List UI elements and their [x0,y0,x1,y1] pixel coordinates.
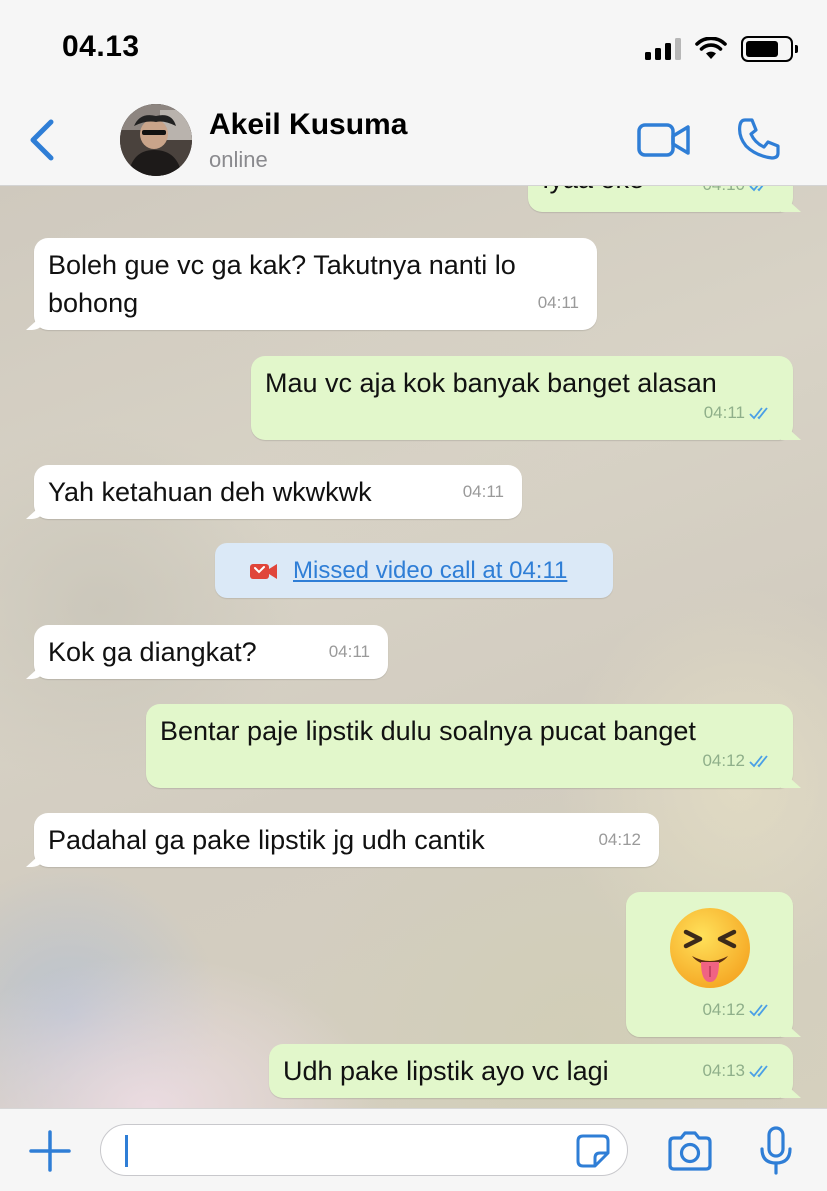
message-time: 04:10 [702,186,745,204]
chat-header: Akeil Kusuma online [0,96,827,186]
contact-status: online [209,147,268,172]
status-icons [645,36,798,62]
message-meta: 04:11 [329,633,370,671]
message-meta: 04:12 [702,742,775,780]
plus-icon [29,1130,71,1172]
wifi-icon [695,37,727,59]
battery-icon [741,36,798,62]
message-text: Yah ketahuan deh wkwkwk [48,477,372,507]
back-button[interactable] [22,116,62,164]
read-receipt-icon [749,1065,768,1078]
camera-button[interactable] [666,1129,714,1173]
contact-name[interactable]: Akeil Kusuma [209,108,407,142]
chevron-left-icon [30,119,54,161]
message-incoming[interactable]: Kok ga diangkat? 04:11 [34,625,388,679]
voice-message-button[interactable] [758,1125,794,1177]
message-incoming[interactable]: Yah ketahuan deh wkwkwk 04:11 [34,465,522,519]
video-camera-icon [637,123,690,157]
message-meta: 04:11 [704,394,775,432]
message-time: 04:11 [703,403,745,422]
message-text: Boleh gue vc ga kak? Takutnya nanti lo b… [48,246,516,322]
message-text: Padahal ga pake lipstik jg udh cantik [48,825,485,855]
message-incoming[interactable]: Boleh gue vc ga kak? Takutnya nanti lo b… [34,238,597,330]
message-time: 04:11 [537,293,579,312]
message-meta: 04:12 [598,821,641,859]
sticker-button[interactable] [575,1133,611,1169]
text-cursor [125,1135,128,1167]
message-incoming[interactable]: Padahal ga pake lipstik jg udh cantik 04… [34,813,659,867]
status-bar: 04.13 [0,0,827,96]
message-outgoing-emoji[interactable]: 04:12 [626,892,793,1037]
read-receipt-icon [749,407,768,420]
attach-button[interactable] [28,1129,72,1173]
missed-video-call-icon [250,563,277,579]
squinting-face-with-tongue-emoji [670,908,750,988]
message-input-bar [0,1108,827,1191]
message-time: 04:13 [702,1061,745,1080]
microphone-icon [760,1126,792,1175]
message-meta: 04:11 [463,473,504,511]
avatar-photo [120,104,192,176]
status-time: 04.13 [62,30,140,63]
message-time: 04:11 [328,642,370,661]
message-text: Iyaa oke [542,186,644,198]
video-call-button[interactable] [636,120,692,160]
message-meta: 04:11 [538,284,579,322]
message-time: 04:12 [702,751,745,770]
message-time: 04:11 [462,482,504,501]
message-text: Kok ga diangkat? [48,637,257,667]
chat-messages[interactable]: Iyaa oke 04:10 Boleh gue vc ga kak? Taku… [0,186,827,1108]
sticker-icon [576,1134,610,1168]
message-time: 04:12 [702,1000,745,1019]
message-input[interactable] [100,1124,628,1176]
read-receipt-icon [749,1004,768,1017]
message-meta: 04:13 [702,1052,775,1090]
message-text: Udh pake lipstik ayo vc lagi [283,1056,609,1086]
message-outgoing[interactable]: Bentar paje lipstik dulu soalnya pucat b… [146,704,793,788]
missed-call-link[interactable]: Missed video call at 04:11 [293,557,567,585]
message-line: bohong [48,288,139,318]
voice-call-button[interactable] [736,116,782,162]
contact-avatar[interactable] [120,104,192,176]
read-receipt-icon [749,755,768,768]
message-text: Bentar paje lipstik dulu soalnya pucat b… [160,716,696,746]
message-time: 04:12 [598,830,641,849]
message-line: Boleh gue vc ga kak? Takutnya nanti lo [48,250,516,280]
message-meta: 04:10 [702,186,775,204]
cellular-signal-icon [645,38,681,60]
read-receipt-icon [749,186,764,192]
phone-icon [738,118,780,160]
message-text: Mau vc aja kok banyak banget alasan [265,368,717,398]
message-outgoing[interactable]: Udh pake lipstik ayo vc lagi 04:13 [269,1044,793,1098]
message-meta: 04:12 [702,991,775,1029]
missed-video-call-notice[interactable]: Missed video call at 04:11 [215,543,613,598]
message-outgoing[interactable]: Mau vc aja kok banyak banget alasan 04:1… [251,356,793,440]
message-outgoing[interactable]: Iyaa oke 04:10 [528,186,793,212]
camera-icon [668,1131,712,1171]
